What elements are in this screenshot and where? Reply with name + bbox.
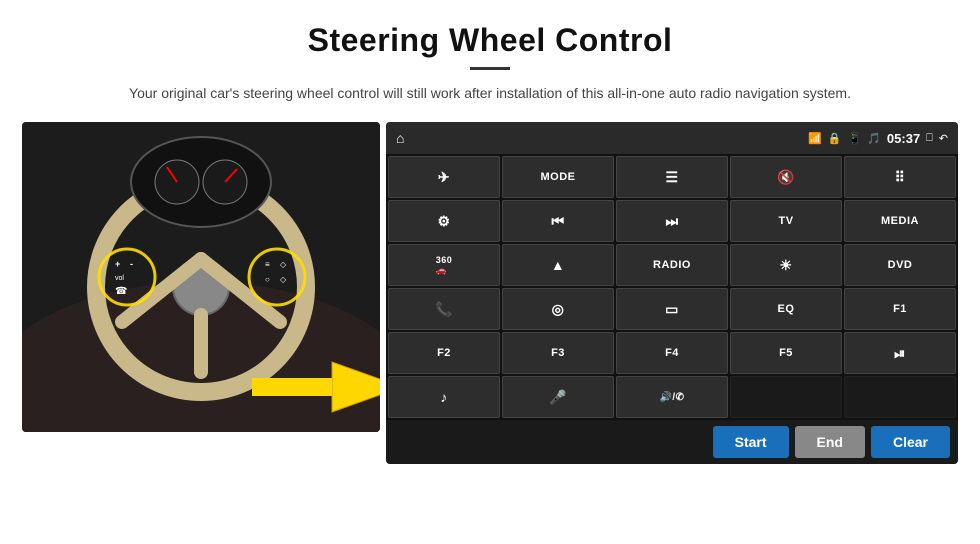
btn-playpause[interactable]: ⏯ [844, 332, 956, 374]
btn-prev[interactable]: ⏮ [502, 200, 614, 242]
cast-icon: ⎕ [926, 132, 933, 145]
lock-icon: 🔒 [828, 132, 842, 145]
bt-icon: 🎵 [867, 132, 881, 145]
subtitle-text: Your original car's steering wheel contr… [0, 82, 980, 104]
btn-f2[interactable]: F2 [388, 332, 500, 374]
btn-f4[interactable]: F4 [616, 332, 728, 374]
btn-mode[interactable]: MODE [502, 156, 614, 198]
button-grid: ✈ MODE ☰ 🔇 ⠿ ⚙ ⏮ ⏭ TV MEDIA 360🚗 ▲ RADIO… [386, 154, 958, 420]
btn-eject[interactable]: ▲ [502, 244, 614, 286]
status-bar-left: ⌂ [396, 130, 404, 146]
bottom-bar: Start End Clear [386, 420, 958, 464]
btn-f5[interactable]: F5 [730, 332, 842, 374]
btn-phone[interactable]: 📞 [388, 288, 500, 330]
car-image: + vol - ☎ ≡ ◇ ○ ◇ [22, 122, 380, 432]
svg-text:○: ○ [265, 275, 270, 284]
btn-list[interactable]: ☰ [616, 156, 728, 198]
svg-text:◇: ◇ [280, 260, 287, 269]
btn-mute[interactable]: 🔇 [730, 156, 842, 198]
btn-vol-call[interactable]: 🔊/✆ [616, 376, 728, 418]
home-icon: ⌂ [396, 130, 404, 146]
screen-panel: ⌂ 📶 🔒 📱 🎵 05:37 ⎕ ↶ ✈ MODE ☰ 🔇 ⠿ ⚙ ⏮ ⏭ [386, 122, 958, 464]
back-icon: ↶ [939, 132, 948, 145]
btn-apps[interactable]: ⠿ [844, 156, 956, 198]
clear-button[interactable]: Clear [871, 426, 950, 458]
time-display: 05:37 [887, 131, 920, 146]
btn-brightness[interactable]: ☀ [730, 244, 842, 286]
btn-dvd[interactable]: DVD [844, 244, 956, 286]
status-bar-right: 📶 🔒 📱 🎵 05:37 ⎕ ↶ [808, 131, 948, 146]
status-bar: ⌂ 📶 🔒 📱 🎵 05:37 ⎕ ↶ [386, 122, 958, 154]
page-title: Steering Wheel Control [0, 0, 980, 59]
btn-radio[interactable]: RADIO [616, 244, 728, 286]
start-button[interactable]: Start [713, 426, 789, 458]
btn-eq[interactable]: EQ [730, 288, 842, 330]
btn-music[interactable]: ♪ [388, 376, 500, 418]
btn-tv[interactable]: TV [730, 200, 842, 242]
btn-settings[interactable]: ⚙ [388, 200, 500, 242]
btn-screen[interactable]: ▭ [616, 288, 728, 330]
btn-f3[interactable]: F3 [502, 332, 614, 374]
btn-360[interactable]: 360🚗 [388, 244, 500, 286]
btn-empty2 [844, 376, 956, 418]
btn-empty1 [730, 376, 842, 418]
wifi-icon: 📶 [808, 132, 822, 145]
svg-text:-: - [130, 259, 133, 269]
sim-icon: 📱 [848, 132, 862, 145]
svg-text:vol: vol [115, 275, 124, 282]
btn-navigate[interactable]: ✈ [388, 156, 500, 198]
svg-text:+: + [115, 259, 120, 269]
svg-text:☎: ☎ [115, 286, 127, 297]
btn-media[interactable]: MEDIA [844, 200, 956, 242]
btn-mic[interactable]: 🎤 [502, 376, 614, 418]
svg-text:◇: ◇ [280, 275, 287, 284]
btn-f1[interactable]: F1 [844, 288, 956, 330]
btn-next[interactable]: ⏭ [616, 200, 728, 242]
svg-text:≡: ≡ [265, 260, 270, 269]
end-button[interactable]: End [795, 426, 865, 458]
content-area: + vol - ☎ ≡ ◇ ○ ◇ ⌂ [0, 122, 980, 464]
title-divider [470, 67, 510, 70]
btn-nav2[interactable]: ◎ [502, 288, 614, 330]
